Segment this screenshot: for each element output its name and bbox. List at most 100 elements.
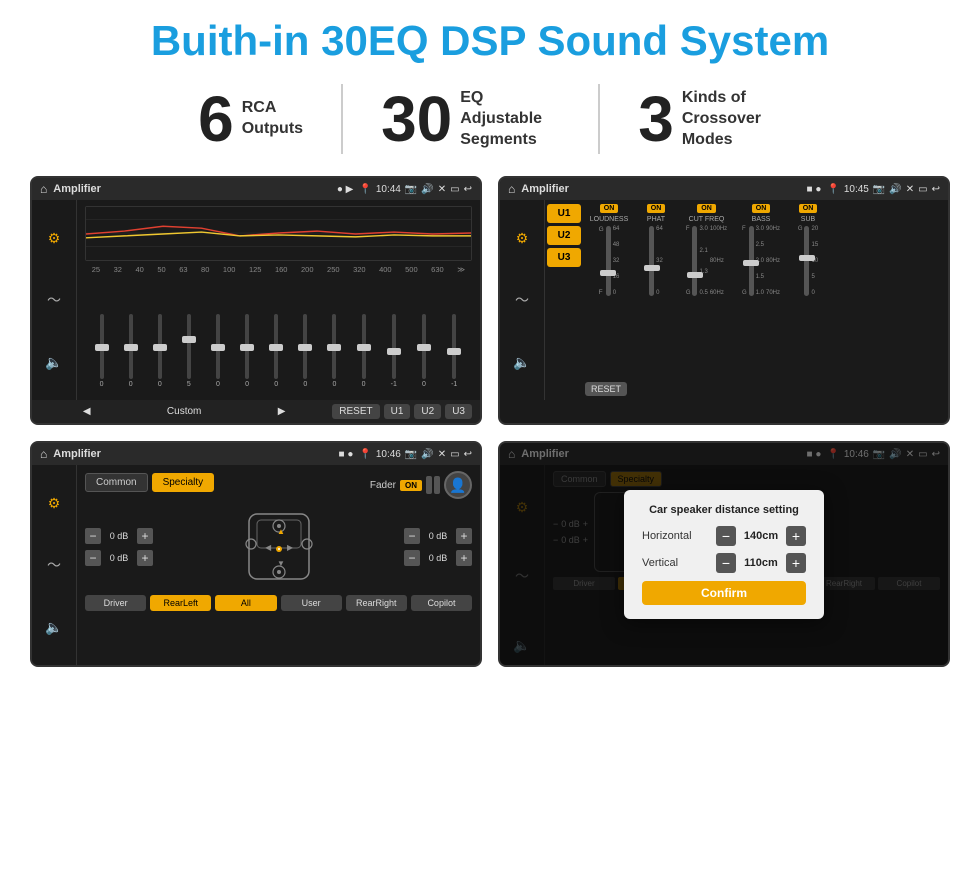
speaker-icon[interactable]: 🔈 bbox=[45, 354, 62, 371]
rearright-btn[interactable]: RearRight bbox=[346, 595, 407, 611]
phat-vals: 64320 bbox=[656, 226, 663, 296]
cutfreq-on: ON bbox=[697, 204, 716, 213]
speaker-icon-2[interactable]: 🔈 bbox=[513, 354, 530, 371]
screen1-time: 10:44 bbox=[376, 184, 401, 195]
sub-label: SUB bbox=[801, 216, 815, 223]
confirm-button[interactable]: Confirm bbox=[642, 581, 806, 605]
screen2-side-panel: ⚙ 〜 🔈 bbox=[500, 200, 545, 400]
battery-icon-3: ▭ bbox=[450, 449, 459, 460]
horizontal-plus-btn[interactable]: + bbox=[786, 526, 806, 546]
eq-slider-8[interactable]: 0 bbox=[303, 314, 307, 394]
eq-slider-6[interactable]: 0 bbox=[245, 314, 249, 394]
eq-icon[interactable]: ⚙ bbox=[48, 230, 61, 247]
vertical-plus-btn[interactable]: + bbox=[786, 553, 806, 573]
svg-text:◀: ◀ bbox=[265, 543, 272, 552]
eq-prev-icon[interactable]: ◀ bbox=[40, 406, 133, 417]
vertical-val: 110cm bbox=[740, 557, 782, 569]
common-tab[interactable]: Common bbox=[85, 473, 148, 492]
eq-slider-10[interactable]: 0 bbox=[362, 314, 366, 394]
amp-reset-btn[interactable]: RESET bbox=[585, 382, 627, 396]
vertical-row: Vertical − 110cm + bbox=[642, 553, 806, 573]
right-vol-controls: − 0 dB + − 0 dB + bbox=[404, 528, 472, 566]
eq-slider-7[interactable]: 0 bbox=[274, 314, 278, 394]
screen3-content: ⚙ 〜 🔈 Common Specialty Fader ON bbox=[32, 465, 480, 665]
left-front-plus[interactable]: + bbox=[137, 528, 153, 544]
stat-eq: 30 EQ AdjustableSegments bbox=[343, 87, 598, 151]
bass-hz: 90Hz80Hz70Hz bbox=[766, 226, 780, 296]
right-rear-plus[interactable]: + bbox=[456, 550, 472, 566]
volume-icon-2: 🔊 bbox=[889, 184, 901, 195]
sub-slider[interactable] bbox=[804, 226, 809, 296]
eq-slider-1[interactable]: 0 bbox=[100, 314, 104, 394]
home-icon-2[interactable]: ⌂ bbox=[508, 182, 515, 196]
screen1-status-bar: ⌂ Amplifier ● ▶ 📍 10:44 📷 🔊 ✕ ▭ ↩ bbox=[32, 178, 480, 200]
amp-u2-btn[interactable]: U2 bbox=[547, 226, 581, 245]
cutfreq-label: CUT FREQ bbox=[689, 216, 725, 223]
eq-slider-13[interactable]: -1 bbox=[451, 314, 457, 394]
wave-icon-3[interactable]: 〜 bbox=[47, 555, 61, 575]
speaker-icon-3[interactable]: 🔈 bbox=[45, 619, 62, 636]
phat-slider[interactable] bbox=[649, 226, 654, 296]
camera-icon-2: 📷 bbox=[873, 184, 885, 195]
loudness-slider[interactable] bbox=[606, 226, 611, 296]
back-icon-2[interactable]: ↩ bbox=[932, 184, 940, 195]
horizontal-val: 140cm bbox=[740, 530, 782, 542]
bass-slider[interactable] bbox=[749, 226, 754, 296]
all-btn[interactable]: All bbox=[215, 595, 276, 611]
u3-button[interactable]: U3 bbox=[445, 404, 472, 419]
stat-label-crossover: Kinds ofCrossover Modes bbox=[682, 88, 782, 150]
user-icon[interactable]: 👤 bbox=[444, 471, 472, 499]
eq-bottom-bar: ◀ Custom ▶ RESET U1 U2 U3 bbox=[32, 400, 480, 423]
screen2-status-icons: 📍 10:45 📷 🔊 ✕ ▭ ↩ bbox=[827, 184, 940, 195]
back-icon-3[interactable]: ↩ bbox=[464, 449, 472, 460]
home-icon[interactable]: ⌂ bbox=[40, 182, 47, 196]
right-rear-val: 0 dB bbox=[424, 553, 452, 563]
screen-crossover: ⌂ Amplifier ■ ● 📍 10:46 📷 🔊 ✕ ▭ ↩ ⚙ 〜 🔈 bbox=[30, 441, 482, 667]
cross-tabs: Common Specialty bbox=[85, 473, 214, 492]
right-rear-minus[interactable]: − bbox=[404, 550, 420, 566]
user-btn[interactable]: User bbox=[281, 595, 342, 611]
vertical-minus-btn[interactable]: − bbox=[716, 553, 736, 573]
u1-button[interactable]: U1 bbox=[384, 404, 411, 419]
right-front-minus[interactable]: − bbox=[404, 528, 420, 544]
specialty-tab[interactable]: Specialty bbox=[152, 473, 215, 492]
rearleft-btn[interactable]: RearLeft bbox=[150, 595, 211, 611]
eq-icon-3[interactable]: ⚙ bbox=[48, 495, 61, 512]
amp-u3-btn[interactable]: U3 bbox=[547, 248, 581, 267]
eq-slider-11[interactable]: -1 bbox=[391, 314, 397, 394]
eq-slider-12[interactable]: 0 bbox=[422, 314, 426, 394]
driver-btn[interactable]: Driver bbox=[85, 595, 146, 611]
eq-slider-5[interactable]: 0 bbox=[216, 314, 220, 394]
eq-icon-2[interactable]: ⚙ bbox=[516, 230, 529, 247]
left-rear-minus[interactable]: − bbox=[85, 550, 101, 566]
eq-slider-3[interactable]: 0 bbox=[158, 314, 162, 394]
eq-slider-2[interactable]: 0 bbox=[129, 314, 133, 394]
amp-u1-btn[interactable]: U1 bbox=[547, 204, 581, 223]
left-front-minus[interactable]: − bbox=[85, 528, 101, 544]
battery-icon: ▭ bbox=[450, 184, 459, 195]
wave-icon-2[interactable]: 〜 bbox=[515, 290, 529, 310]
right-front-plus[interactable]: + bbox=[456, 528, 472, 544]
svg-text:▶: ▶ bbox=[287, 543, 294, 552]
reset-button[interactable]: RESET bbox=[332, 404, 379, 419]
wave-icon[interactable]: 〜 bbox=[47, 290, 61, 310]
copilot-btn[interactable]: Copilot bbox=[411, 595, 472, 611]
screens-grid: ⌂ Amplifier ● ▶ 📍 10:44 📷 🔊 ✕ ▭ ↩ ⚙ 〜 🔈 bbox=[30, 176, 950, 667]
screen3-status-icons: 📍 10:46 📷 🔊 ✕ ▭ ↩ bbox=[359, 449, 472, 460]
cutfreq-slider[interactable] bbox=[692, 226, 697, 296]
back-icon[interactable]: ↩ bbox=[464, 184, 472, 195]
horizontal-label: Horizontal bbox=[642, 530, 692, 542]
vertical-ctrl: − 110cm + bbox=[716, 553, 806, 573]
eq-slider-9[interactable]: 0 bbox=[332, 314, 336, 394]
left-rear-plus[interactable]: + bbox=[137, 550, 153, 566]
u2-button[interactable]: U2 bbox=[414, 404, 441, 419]
right-front-val: 0 dB bbox=[424, 531, 452, 541]
home-icon-3[interactable]: ⌂ bbox=[40, 447, 47, 461]
eq-next-icon[interactable]: ▶ bbox=[235, 406, 328, 417]
screen1-content: ⚙ 〜 🔈 bbox=[32, 200, 480, 400]
dialog-box: Car speaker distance setting Horizontal … bbox=[624, 490, 824, 619]
camera-icon-3: 📷 bbox=[405, 449, 417, 460]
eq-slider-4[interactable]: 5 bbox=[187, 314, 191, 394]
horizontal-minus-btn[interactable]: − bbox=[716, 526, 736, 546]
screen1-status-icons: 📍 10:44 📷 🔊 ✕ ▭ ↩ bbox=[359, 184, 472, 195]
